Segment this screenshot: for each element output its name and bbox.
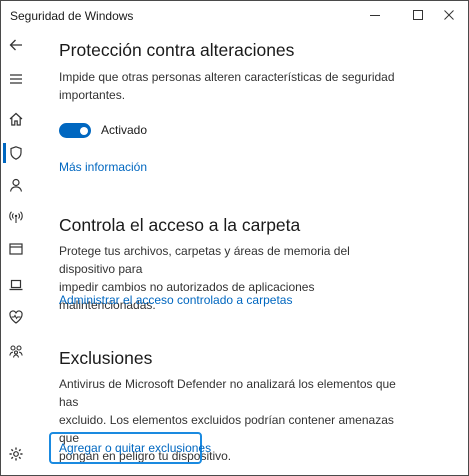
sidebar-item-family[interactable] (6, 341, 26, 361)
manage-folder-access-link[interactable]: Administrar el acceso controlado a carpe… (59, 293, 292, 307)
sidebar-item-account[interactable] (6, 175, 26, 195)
folder-description-line-1: Protege tus archivos, carpetas y áreas d… (59, 244, 350, 276)
title-bar: Seguridad de Windows (1, 1, 468, 29)
sidebar-item-virus-protection[interactable] (6, 143, 26, 163)
menu-button[interactable] (6, 69, 26, 89)
window-title: Seguridad de Windows (10, 9, 134, 23)
sidebar-item-settings[interactable] (6, 444, 26, 464)
toggle-knob (80, 126, 88, 135)
tamper-description-line-2: importantes. (59, 88, 126, 102)
sidebar-item-device-health[interactable] (6, 307, 26, 327)
home-icon (8, 111, 24, 127)
close-button[interactable] (430, 1, 468, 29)
sidebar-item-firewall[interactable] (6, 207, 26, 227)
sidebar-item-home[interactable] (6, 109, 26, 129)
gear-icon (8, 446, 24, 462)
close-icon (443, 9, 455, 21)
wifi-antenna-icon (8, 209, 24, 225)
laptop-icon (8, 277, 24, 293)
back-button[interactable] (6, 35, 26, 55)
sidebar-item-device-security[interactable] (6, 275, 26, 295)
tamper-protection-heading: Protección contra alteraciones (59, 40, 295, 60)
minimize-button[interactable] (356, 1, 394, 29)
app-browser-icon (8, 241, 24, 257)
tamper-description-line-1: Impide que otras personas alteren caract… (59, 70, 395, 84)
tamper-toggle-state: Activado (101, 123, 148, 137)
tamper-protection-description: Impide que otras personas alteren caract… (59, 68, 399, 104)
sidebar-item-app-browser[interactable] (6, 239, 26, 259)
folder-access-heading: Controla el acceso a la carpeta (59, 215, 301, 235)
back-arrow-icon (8, 37, 24, 53)
heart-health-icon (8, 309, 24, 325)
app-window: Seguridad de Windows Protección contra a… (0, 0, 469, 476)
hamburger-menu-icon (8, 71, 24, 87)
person-icon (8, 177, 24, 193)
family-icon (8, 343, 24, 359)
tamper-protection-toggle[interactable] (59, 123, 91, 138)
shield-icon (8, 145, 24, 161)
exclusions-description-line-1: Antivirus de Microsoft Defender no anali… (59, 377, 396, 409)
more-info-link[interactable]: Más información (59, 160, 147, 174)
maximize-icon (412, 9, 424, 21)
exclusions-heading: Exclusiones (59, 348, 153, 368)
minimize-icon (369, 9, 381, 21)
sidebar (1, 29, 31, 475)
add-remove-exclusions-link[interactable]: Agregar o quitar exclusiones (59, 441, 211, 455)
